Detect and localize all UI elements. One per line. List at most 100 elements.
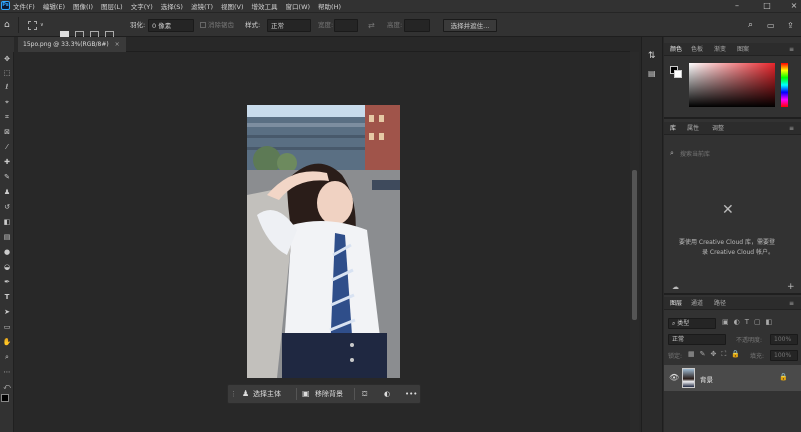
toolbar: ✥ ⬚ ℓ ⌖ ⌗ ⊠ ⁄ ✚ ✎ ♟ ↺ ◧ ▤ ● ◒ ✒ T ➤ ▭ ✋ … bbox=[0, 52, 14, 432]
height-label: 高度: bbox=[387, 21, 403, 29]
marquee-tool-icon[interactable] bbox=[28, 19, 37, 32]
path-select-tool-icon[interactable]: ➤ bbox=[1, 307, 13, 318]
zoom-tool-icon[interactable]: ⌕ bbox=[1, 352, 13, 363]
type-tool-icon[interactable]: T bbox=[1, 292, 13, 303]
menu-item[interactable]: 编辑(E) bbox=[43, 1, 65, 11]
cloud-icon[interactable]: ☁ bbox=[672, 283, 679, 291]
add-icon[interactable]: + bbox=[787, 282, 795, 292]
menu-item[interactable]: 文件(F) bbox=[13, 1, 35, 11]
panel-menu-icon[interactable]: ≡ bbox=[789, 122, 794, 135]
antialias-checkbox[interactable] bbox=[200, 22, 206, 28]
close-tab-icon[interactable]: × bbox=[115, 41, 120, 48]
workspace-icon[interactable]: ▭ bbox=[767, 19, 775, 32]
eraser-tool-icon[interactable]: ◧ bbox=[1, 217, 13, 228]
pen-tool-icon[interactable]: ✒ bbox=[1, 277, 13, 288]
blur-tool-icon[interactable]: ● bbox=[1, 247, 13, 258]
width-input[interactable] bbox=[334, 19, 358, 32]
opacity-input[interactable]: 100% bbox=[770, 334, 798, 345]
divider bbox=[354, 388, 355, 400]
select-subject-button[interactable]: 选择主体 bbox=[253, 385, 281, 403]
visibility-eye-icon[interactable]: 👁 bbox=[669, 373, 679, 382]
menu-item[interactable]: 图像(I) bbox=[73, 1, 93, 11]
search-icon: ⌕ bbox=[670, 149, 674, 157]
layer-filter-icons[interactable]: ▣◐T▢◧ bbox=[722, 318, 777, 326]
search-icon[interactable]: ⌕ bbox=[748, 19, 753, 32]
more-options-icon[interactable]: ••• bbox=[405, 385, 417, 403]
tab-patterns[interactable]: 图案 bbox=[737, 43, 749, 56]
hue-slider[interactable] bbox=[781, 63, 788, 107]
tab-color[interactable]: 颜色 bbox=[670, 43, 682, 56]
history-panel-icon[interactable]: ⇅ bbox=[648, 51, 656, 61]
move-tool-icon[interactable]: ✥ bbox=[1, 54, 13, 65]
home-icon[interactable]: ⌂ bbox=[4, 19, 10, 32]
share-icon[interactable]: ⇪ bbox=[787, 19, 794, 32]
maximize-icon[interactable]: □ bbox=[760, 0, 774, 12]
layer-row[interactable]: 👁 背景 🔒 bbox=[664, 365, 801, 391]
stamp-tool-icon[interactable]: ♟ bbox=[1, 187, 13, 198]
tab-adjustments[interactable]: 调整 bbox=[712, 122, 724, 135]
hand-tool-icon[interactable]: ✋ bbox=[1, 337, 13, 348]
menu-item[interactable]: 增效工具 bbox=[252, 1, 278, 11]
object-select-tool-icon[interactable]: ⌖ bbox=[1, 97, 13, 108]
fill-input[interactable]: 100% bbox=[770, 350, 798, 361]
crop-tool-icon[interactable]: ⌗ bbox=[1, 112, 13, 123]
height-input[interactable] bbox=[404, 19, 430, 32]
feather-input[interactable]: 0 像素 bbox=[148, 19, 194, 32]
antialias-label: 消除锯齿 bbox=[208, 21, 234, 29]
tab-libraries[interactable]: 库 bbox=[670, 122, 676, 135]
comments-panel-icon[interactable]: ▤ bbox=[648, 69, 656, 78]
tab-swatches[interactable]: 色板 bbox=[691, 43, 703, 56]
swap-icon[interactable]: ⇄ bbox=[368, 19, 375, 32]
tab-channels[interactable]: 通道 bbox=[691, 297, 703, 310]
tab-gradients[interactable]: 渐变 bbox=[714, 43, 726, 56]
menu-item[interactable]: 滤镜(T) bbox=[191, 1, 213, 11]
dodge-tool-icon[interactable]: ◒ bbox=[1, 262, 13, 273]
marquee-tool-icon[interactable]: ⬚ bbox=[1, 68, 13, 79]
edit-toolbar-icon[interactable]: ⤺ bbox=[1, 382, 13, 393]
lasso-tool-icon[interactable]: ℓ bbox=[1, 82, 13, 93]
history-brush-icon[interactable]: ↺ bbox=[1, 202, 13, 213]
background-color-swatch[interactable] bbox=[674, 70, 682, 78]
fill-label: 填充: bbox=[750, 353, 765, 360]
foreground-color-swatch[interactable] bbox=[1, 394, 9, 402]
eyedropper-tool-icon[interactable]: ⁄ bbox=[1, 142, 13, 153]
tab-paths[interactable]: 路径 bbox=[714, 297, 726, 310]
tab-layers[interactable]: 图层 bbox=[670, 297, 682, 310]
frame-tool-icon[interactable]: ⊠ bbox=[1, 127, 13, 138]
panel-menu-icon[interactable]: ≡ bbox=[789, 43, 794, 56]
library-search-input[interactable]: 搜索当前库 bbox=[680, 149, 710, 158]
document-image[interactable] bbox=[247, 105, 400, 378]
gradient-tool-icon[interactable]: ▤ bbox=[1, 232, 13, 243]
healing-tool-icon[interactable]: ✚ bbox=[1, 157, 13, 168]
shape-tool-icon[interactable]: ▭ bbox=[1, 322, 13, 333]
divider bbox=[664, 293, 801, 295]
blend-mode-select[interactable]: 正常 bbox=[668, 334, 726, 345]
chevron-down-icon[interactable]: ∨ bbox=[40, 19, 44, 32]
select-and-mask-button[interactable]: 选择并遮住... bbox=[443, 19, 497, 32]
brush-tool-icon[interactable]: ✎ bbox=[1, 172, 13, 183]
tab-properties[interactable]: 属性 bbox=[687, 122, 699, 135]
more-tools-icon[interactable]: ⋯ bbox=[1, 367, 13, 378]
panel-menu-icon[interactable]: ≡ bbox=[789, 297, 794, 310]
menu-item[interactable]: 帮助(H) bbox=[318, 1, 341, 11]
document-tab[interactable]: 15po.png @ 33.3%(RGB/8#) × bbox=[18, 37, 126, 52]
transform-icon[interactable]: ⛋ bbox=[362, 385, 367, 403]
color-picker-field[interactable] bbox=[689, 63, 775, 107]
menu-item[interactable]: 窗口(W) bbox=[286, 1, 311, 11]
layer-filter-select[interactable]: ⌕ 类型 bbox=[668, 318, 716, 329]
layer-name: 背景 bbox=[700, 376, 713, 384]
adjust-icon[interactable]: ◐ bbox=[384, 385, 390, 403]
style-select[interactable]: 正常 bbox=[267, 19, 311, 32]
minimize-icon[interactable]: – bbox=[730, 0, 744, 12]
divider bbox=[664, 117, 801, 119]
menu-item[interactable]: 文字(Y) bbox=[131, 1, 153, 11]
drag-handle-icon[interactable]: ⋮ bbox=[230, 385, 237, 403]
remove-background-button[interactable]: 移除背景 bbox=[315, 385, 343, 403]
lock-icons[interactable]: ▦✎✥⛶🔒 bbox=[688, 350, 745, 359]
menu-item[interactable]: 视图(V) bbox=[221, 1, 244, 11]
close-icon[interactable]: × bbox=[787, 0, 801, 12]
menu-item[interactable]: 图层(L) bbox=[101, 1, 123, 11]
divider bbox=[296, 388, 297, 400]
menu-item[interactable]: 选择(S) bbox=[161, 1, 183, 11]
scrollbar-thumb[interactable] bbox=[632, 170, 637, 320]
